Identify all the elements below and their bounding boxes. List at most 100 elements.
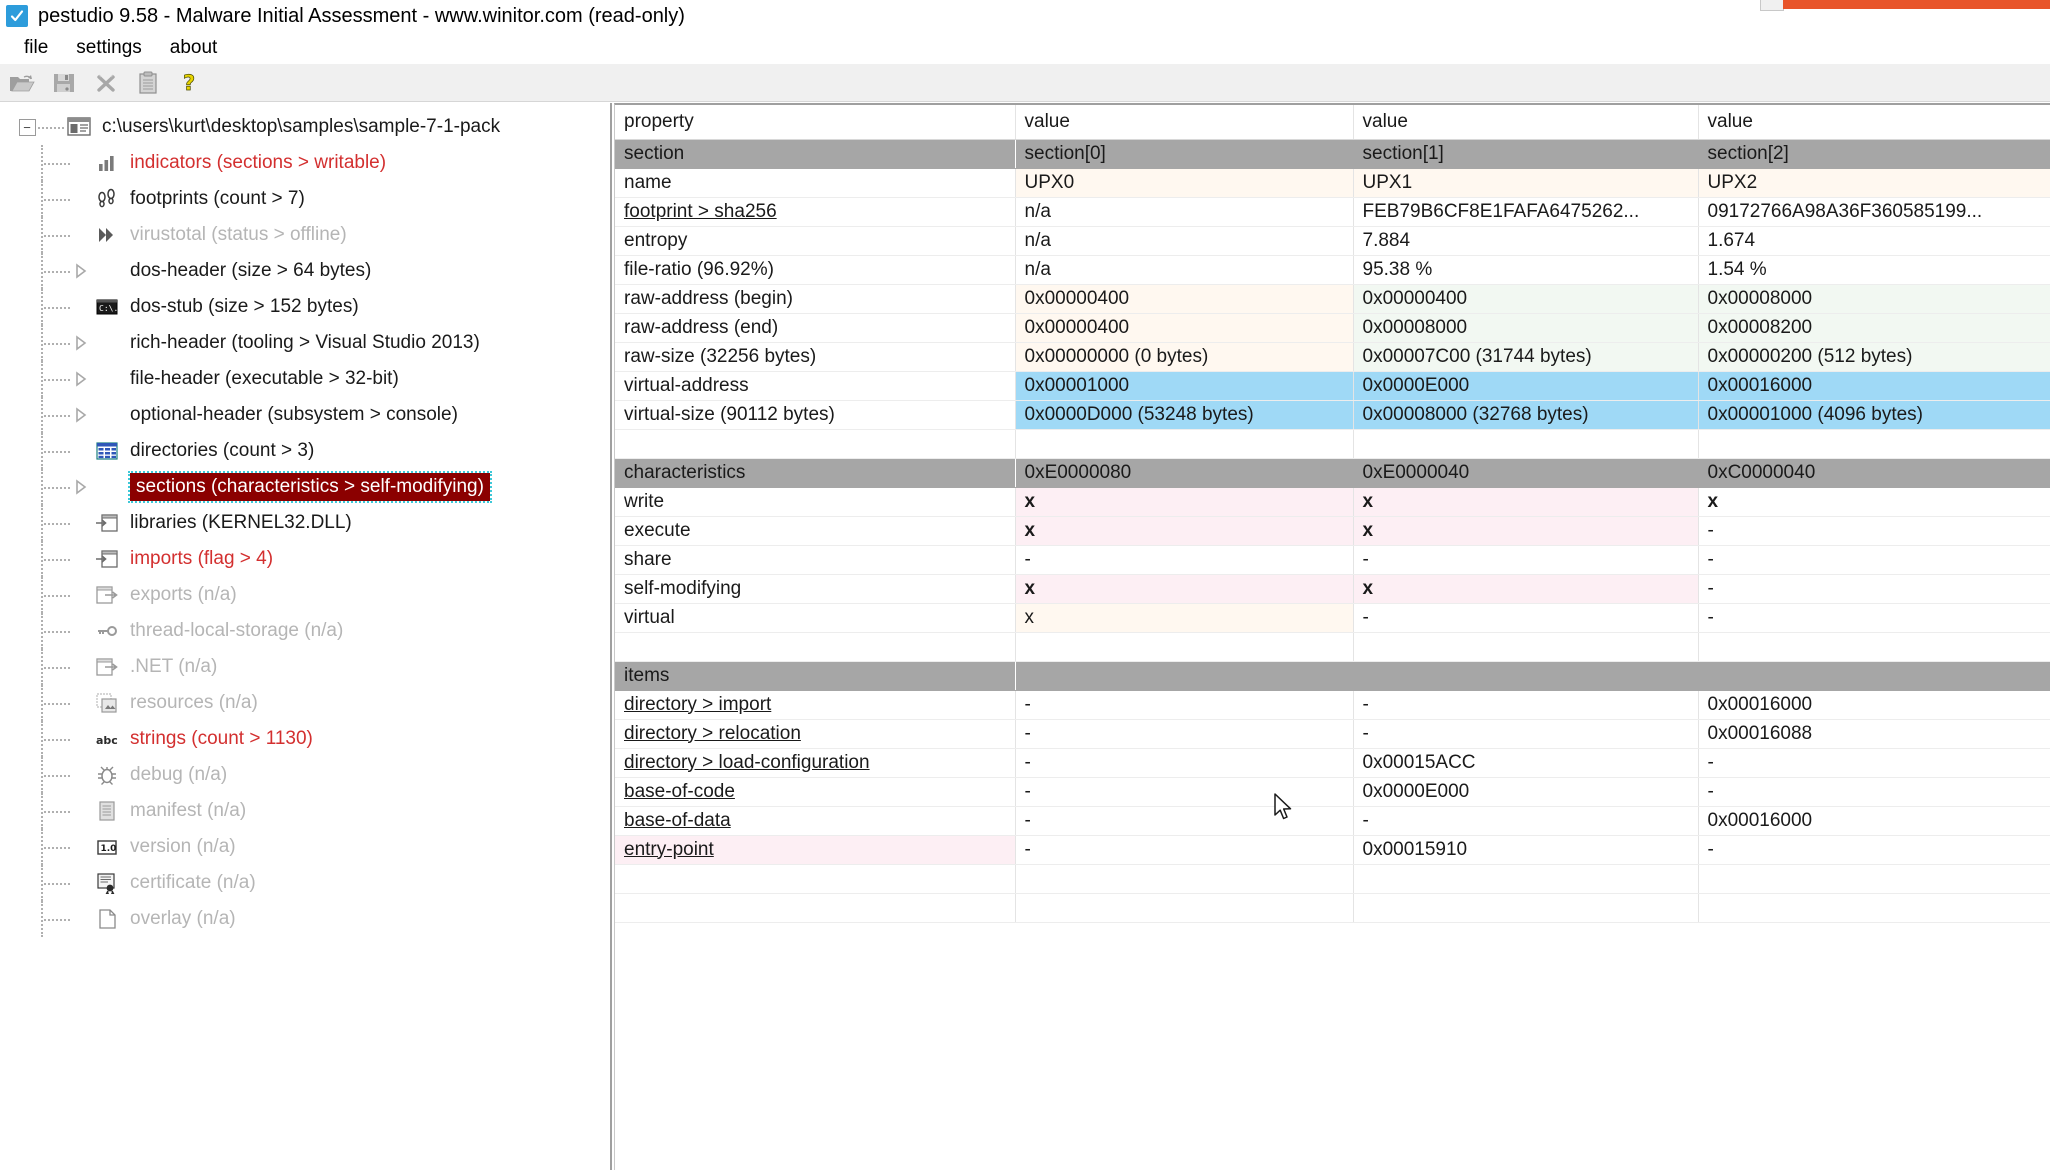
tree-item-thread-local-storage[interactable]: thread-local-storage (n/a) — [0, 613, 610, 649]
tree-connector — [44, 774, 70, 777]
tree-item-dos-stub[interactable]: C:\. dos-stub (size > 152 bytes) — [0, 289, 610, 325]
table-row[interactable]: name UPX0 UPX1 UPX2 — [615, 168, 2050, 198]
cell-property — [615, 632, 1016, 662]
tree-connector — [44, 306, 70, 309]
cell-value-1: - — [1353, 806, 1699, 836]
cell-property: items — [615, 661, 1016, 691]
navigation-tree[interactable]: − c:\users\kurt\desktop\samples\sample-7-… — [0, 103, 612, 1170]
table-row[interactable]: file-ratio (96.92%) n/a 95.38 % 1.54 % — [615, 255, 2050, 285]
cell-property[interactable]: base-of-code — [615, 777, 1016, 807]
svg-text:1.0: 1.0 — [101, 844, 117, 854]
menu-item-settings[interactable]: settings — [62, 35, 155, 61]
table-row[interactable]: raw-address (end) 0x00000400 0x00008000 0x0… — [615, 313, 2050, 343]
table-row[interactable]: entropy n/a 7.884 1.674 — [615, 226, 2050, 256]
tree-item-optional-header[interactable]: optional-header (subsystem > console) — [0, 397, 610, 433]
tree-gutter — [41, 253, 43, 289]
tree-gutter — [41, 865, 43, 901]
tree-item-indicators[interactable]: indicators (sections > writable) — [0, 145, 610, 181]
tree-connector — [44, 198, 70, 201]
table-row[interactable]: virtual x - - — [615, 603, 2050, 633]
tree-item-certificate[interactable]: certificate (n/a) — [0, 865, 610, 901]
cell-property[interactable]: base-of-data — [615, 806, 1016, 836]
tree-item-.net[interactable]: .NET (n/a) — [0, 649, 610, 685]
cell-value-1: 0x00007C00 (31744 bytes) — [1353, 342, 1699, 372]
details-table-pane[interactable]: property value value value section sectio… — [614, 103, 2050, 1170]
tree-item-sections[interactable]: sections (characteristics > self-modifyi… — [0, 469, 610, 505]
tree-item-rich-header[interactable]: rich-header (tooling > Visual Studio 201… — [0, 325, 610, 361]
expander-triangle-icon[interactable] — [70, 263, 92, 279]
toolbar: ? — [0, 64, 2050, 102]
tree-item-resources[interactable]: resources (n/a) — [0, 685, 610, 721]
column-header-value-0[interactable]: value — [1015, 105, 1354, 140]
tree-connector — [44, 702, 70, 705]
expander-triangle-icon[interactable] — [70, 371, 92, 387]
tree-connector — [44, 378, 70, 381]
expander-triangle-icon[interactable] — [70, 479, 92, 495]
column-header-value-1[interactable]: value — [1353, 105, 1699, 140]
table-row[interactable]: virtual-address 0x00001000 0x0000E000 0x000… — [615, 371, 2050, 401]
window-accent-bar — [1783, 0, 2050, 9]
cell-value-0: - — [1015, 777, 1354, 807]
close-icon[interactable] — [92, 69, 120, 97]
table-row[interactable]: base-of-code -0x0000E000- — [615, 777, 2050, 807]
open-file-icon[interactable] — [8, 69, 36, 97]
table-row[interactable]: raw-size (32256 bytes) 0x00000000 (0 byte… — [615, 342, 2050, 372]
table-section-band[interactable]: characteristics 0xE0000080 0xE0000040 0xC00… — [615, 458, 2050, 488]
tree-item-exports[interactable]: exports (n/a) — [0, 577, 610, 613]
tree-gutter — [41, 505, 43, 541]
tree-root-item[interactable]: − c:\users\kurt\desktop\samples\sample-7-… — [0, 109, 610, 145]
tree-item-file-header[interactable]: file-header (executable > 32-bit) — [0, 361, 610, 397]
expander-triangle-icon[interactable] — [70, 335, 92, 351]
menu-item-about[interactable]: about — [156, 35, 232, 61]
import-icon — [92, 510, 122, 536]
save-icon[interactable] — [50, 69, 78, 97]
column-header-value-2[interactable]: value — [1698, 105, 2050, 140]
table-row[interactable]: write x x x — [615, 487, 2050, 517]
table-row[interactable]: directory > import - -0x00016000 — [615, 690, 2050, 720]
no-icon — [92, 366, 122, 392]
table-row[interactable]: share - - - — [615, 545, 2050, 575]
key-icon — [92, 618, 122, 644]
tree-item-overlay[interactable]: overlay (n/a) — [0, 901, 610, 937]
table-row[interactable]: self-modifying x x - — [615, 574, 2050, 604]
tree-item-version[interactable]: 1.0 version (n/a) — [0, 829, 610, 865]
cell-property[interactable]: entry-point — [615, 835, 1016, 865]
mouse-pointer-icon — [1274, 793, 1292, 820]
sections-table: property value value value section sectio… — [615, 105, 2050, 923]
table-row[interactable]: virtual-size (90112 bytes) 0x0000D000 (53… — [615, 400, 2050, 430]
table-section-band[interactable]: items — [615, 661, 2050, 691]
clipboard-icon[interactable] — [134, 69, 162, 97]
cell-value-1: x — [1353, 487, 1699, 517]
table-row[interactable]: entry-point -0x00015910- — [615, 835, 2050, 865]
table-row[interactable]: raw-address (begin) 0x00000400 0x00000400 0… — [615, 284, 2050, 314]
export-icon — [92, 582, 122, 608]
column-header-property[interactable]: property — [615, 105, 1016, 140]
tree-item-directories[interactable]: directories (count > 3) — [0, 433, 610, 469]
cell-property: virtual — [615, 603, 1016, 633]
menu-item-file[interactable]: file — [10, 35, 62, 61]
cell-property[interactable]: directory > import — [615, 690, 1016, 720]
table-spacer-row — [615, 893, 2050, 923]
tree-item-imports[interactable]: imports (flag > 4) — [0, 541, 610, 577]
table-section-band[interactable]: section section[0] section[1] section[2] — [615, 139, 2050, 169]
tree-item-libraries[interactable]: libraries (KERNEL32.DLL) — [0, 505, 610, 541]
table-row[interactable]: execute x x - — [615, 516, 2050, 546]
expander-minus-icon[interactable]: − — [16, 116, 38, 138]
expander-triangle-icon[interactable] — [70, 407, 92, 423]
cell-property[interactable]: footprint > sha256 — [615, 197, 1016, 227]
tree-item-manifest[interactable]: manifest (n/a) — [0, 793, 610, 829]
table-row[interactable]: directory > load-configuration -0x00015AC… — [615, 748, 2050, 778]
tree-item-strings[interactable]: abc strings (count > 1130) — [0, 721, 610, 757]
table-row[interactable]: directory > relocation - -0x00016088 — [615, 719, 2050, 749]
cell-property[interactable]: directory > relocation — [615, 719, 1016, 749]
tree-item-dos-header[interactable]: dos-header (size > 64 bytes) — [0, 253, 610, 289]
table-row[interactable]: base-of-data - -0x00016000 — [615, 806, 2050, 836]
cell-value-0 — [1015, 661, 1354, 691]
tree-item-virustotal[interactable]: virustotal (status > offline) — [0, 217, 610, 253]
tree-item-footprints[interactable]: footprints (count > 7) — [0, 181, 610, 217]
table-row[interactable]: footprint > sha256 n/a FEB79B6CF8E1FAFA647… — [615, 197, 2050, 227]
cell-value-0: 0x0000D000 (53248 bytes) — [1015, 400, 1354, 430]
help-icon[interactable]: ? — [176, 69, 204, 97]
cell-property[interactable]: directory > load-configuration — [615, 748, 1016, 778]
tree-item-debug[interactable]: debug (n/a) — [0, 757, 610, 793]
